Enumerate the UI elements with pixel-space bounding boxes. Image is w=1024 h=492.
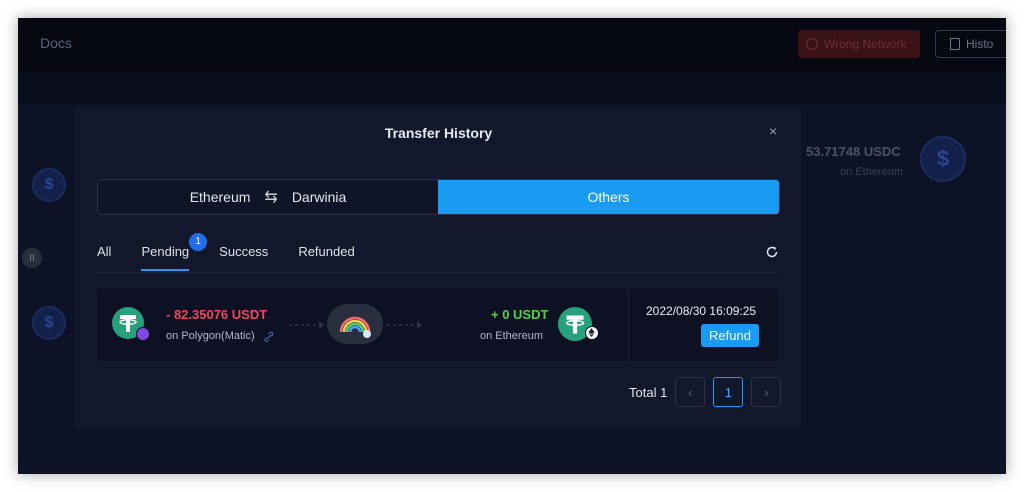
tab-refunded[interactable]: Refunded [298,233,354,271]
record-status-panel: 2022/08/30 16:09:25 Refund [628,289,778,361]
to-amount: + 0 USDT [491,307,549,322]
ethereum-glyph-icon [588,328,595,337]
wrong-network-button[interactable]: Wrong Network [798,30,920,58]
from-network: on Polygon(Matic) [166,330,255,342]
modal-title: Transfer History [384,125,493,141]
pagination: Total 1 ‹ 1 › [629,377,782,407]
tab-success[interactable]: Success [219,233,268,271]
history-label: Histo [966,37,994,51]
transfer-timestamp: 2022/08/30 16:09:25 [646,304,757,318]
swap-icon: ⇆ [264,189,278,206]
direction-tab-others[interactable]: Others [438,180,779,214]
usdc-coin-icon: $ [32,168,66,202]
refund-button[interactable]: Refund [701,324,759,347]
transfer-history-modal: Transfer History × Ethereum ⇆ Darwinia O… [75,107,802,429]
warning-icon [806,38,818,50]
direction-tab-ethereum-darwinia[interactable]: Ethereum ⇆ Darwinia [98,180,438,214]
from-chain-label: Ethereum [189,189,251,205]
pending-count-badge: 1 [189,233,208,251]
background-usdc-amount: 53.71748 USDC [806,144,901,159]
others-label: Others [587,189,630,205]
document-icon [950,38,960,50]
docs-link[interactable]: Docs [40,35,72,51]
tab-label: Pending [141,244,190,259]
pause-icon: II [22,248,42,268]
page-button-current[interactable]: 1 [713,377,744,407]
direction-segmented-control: Ethereum ⇆ Darwinia Others [97,179,780,215]
wrong-network-label: Wrong Network [824,37,907,51]
ethereum-chain-icon [585,326,599,340]
tab-all[interactable]: All [97,233,111,271]
flow-arrow-left-icon [289,321,324,329]
bridge-logo [327,304,383,344]
history-button[interactable]: Histo [935,30,1006,58]
rainbow-bridge-icon [339,316,371,338]
background-network-label: on Ethereum [840,166,903,178]
transfer-record-row: - 82.35076 USDT on Polygon(Matic) + 0 US… [97,289,778,361]
total-count: Total 1 [629,384,668,400]
usdc-coin-icon: $ [32,306,66,340]
to-network: on Ethereum [480,330,543,342]
to-chain-label: Darwinia [291,189,347,205]
top-navbar: Docs Wrong Network Histo [18,18,1006,72]
close-icon[interactable]: × [769,123,777,139]
prev-page-button[interactable]: ‹ [675,377,706,407]
tab-label: Refunded [298,244,355,259]
flow-arrow-right-icon [387,321,422,329]
tab-pending[interactable]: Pending 1 [141,233,208,271]
tab-label: Success [219,244,269,259]
from-amount: - 82.35076 USDT [166,307,268,322]
polygon-chain-icon [136,327,150,341]
usdc-coin-icon: $ [920,136,966,182]
refresh-icon[interactable] [765,245,779,259]
tab-label: All [97,244,112,259]
next-page-button[interactable]: › [751,377,782,407]
tabs-divider [97,272,780,273]
status-tabs: All Pending 1 Success Refunded [97,233,385,273]
link-icon[interactable] [264,332,274,342]
